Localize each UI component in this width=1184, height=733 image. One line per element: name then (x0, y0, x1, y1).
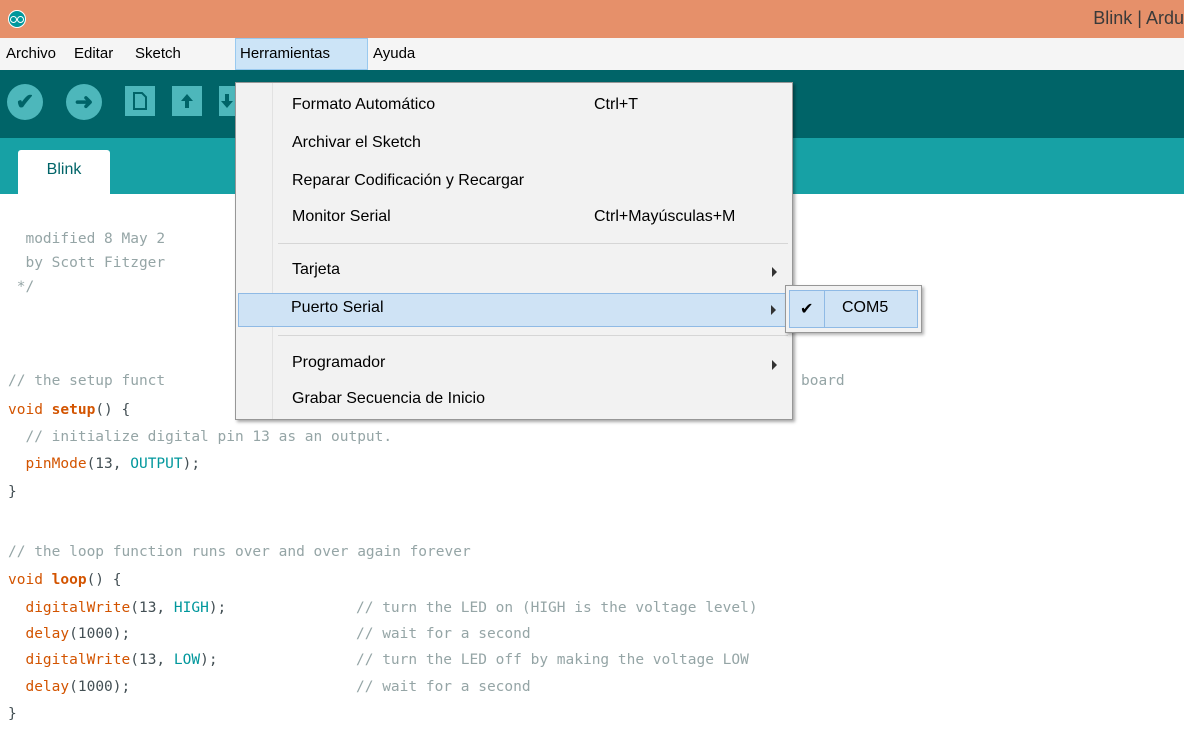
code-line: // initialize digital pin 13 as an outpu… (8, 429, 393, 445)
verify-button[interactable]: ✔ (7, 84, 43, 120)
code-line: board (801, 373, 845, 389)
menu-sketch[interactable]: Sketch (131, 38, 185, 70)
code-token: loop (51, 572, 87, 588)
menu-item-label: Puerto Serial (291, 299, 384, 316)
menu-item-puerto-serial[interactable]: Puerto Serial (238, 293, 790, 327)
code-token: (13, (130, 600, 174, 616)
code-token: OUTPUT (130, 456, 183, 472)
code-line: // the loop function runs over and over … (8, 544, 471, 560)
menu-item-label: Monitor Serial (292, 208, 391, 225)
menu-item-label: Tarjeta (292, 261, 341, 278)
code-token: (1000); (69, 679, 131, 695)
code-token: void (8, 572, 43, 588)
menu-item-monitor-serial[interactable]: Monitor Serial Ctrl+Mayúsculas+M (238, 203, 790, 235)
code-comment: // wait for a second (356, 679, 531, 695)
code-line: delay(1000); (8, 622, 130, 646)
submenu-arrow-icon (771, 305, 776, 315)
code-line: void setup() { (8, 398, 130, 422)
code-line: */ (8, 279, 35, 295)
check-icon: ✔ (800, 299, 814, 318)
check-icon: ✔ (15, 89, 35, 114)
menu-item-shortcut: Ctrl+Mayúsculas+M (594, 208, 736, 225)
arrow-right-icon: ➜ (74, 89, 94, 114)
code-line: pinMode(13, OUTPUT); (8, 452, 200, 476)
herramientas-dropdown: Formato Automático Ctrl+T Archivar el Sk… (235, 82, 793, 420)
puerto-serial-submenu: ✔ COM5 (785, 285, 922, 333)
menu-item-label: Programador (292, 354, 386, 371)
new-button[interactable] (125, 86, 155, 116)
tab-blink[interactable]: Blink (18, 150, 110, 194)
code-token: (13, (86, 456, 131, 472)
code-token: ); (182, 456, 201, 472)
code-line: // the setup funct (8, 373, 166, 389)
code-line: by Scott Fitzger (8, 255, 166, 271)
upload-button[interactable]: ➜ (66, 84, 102, 120)
code-line: } (8, 484, 17, 500)
code-token: delay (25, 626, 70, 642)
code-token: HIGH (173, 600, 209, 616)
code-comment: // wait for a second (356, 626, 531, 642)
code-comment: // turn the LED on (HIGH is the voltage … (356, 600, 758, 616)
code-token: LOW (173, 652, 201, 668)
menu-archivo[interactable]: Archivo (2, 38, 60, 70)
submenu-arrow-icon (772, 267, 777, 277)
code-token: ); (200, 652, 218, 668)
code-token: pinMode (25, 456, 87, 472)
code-token: () { (86, 572, 122, 588)
menu-item-grabar-secuencia[interactable]: Grabar Secuencia de Inicio (238, 385, 790, 417)
code-token: digitalWrite (25, 652, 131, 668)
save-button[interactable] (219, 86, 235, 116)
code-token: (13, (130, 652, 174, 668)
menu-gutter (824, 291, 825, 327)
code-comment: // turn the LED off by making the voltag… (356, 652, 749, 668)
code-line: digitalWrite(13, HIGH); (8, 596, 226, 620)
menu-editar[interactable]: Editar (70, 38, 117, 70)
open-button[interactable] (172, 86, 202, 116)
menu-separator (278, 335, 788, 336)
new-file-icon (133, 92, 147, 110)
menu-item-archivar-sketch[interactable]: Archivar el Sketch (238, 129, 790, 161)
code-token: digitalWrite (25, 600, 131, 616)
window-title: Blink | Ardu (1093, 8, 1184, 28)
submenu-arrow-icon (772, 360, 777, 370)
code-token: setup (51, 402, 96, 418)
code-line: delay(1000); (8, 675, 130, 699)
code-token: void (8, 402, 43, 418)
menu-item-label: Reparar Codificación y Recargar (292, 172, 525, 189)
menu-item-label: Archivar el Sketch (292, 134, 421, 151)
menu-item-label: Formato Automático (292, 96, 436, 113)
code-token: ); (208, 600, 227, 616)
port-label: COM5 (842, 299, 889, 316)
menu-separator (278, 243, 788, 244)
menu-herramientas[interactable]: Herramientas (235, 38, 368, 70)
menu-item-programador[interactable]: Programador (238, 349, 790, 381)
menu-item-reparar-codificacion[interactable]: Reparar Codificación y Recargar (238, 167, 790, 199)
code-token: () { (95, 402, 131, 418)
menu-bar: Archivo Editar Sketch Herramientas Ayuda (0, 38, 1184, 70)
save-icon (221, 94, 233, 108)
menu-item-label: Grabar Secuencia de Inicio (292, 390, 485, 407)
code-line: void loop() { (8, 568, 122, 592)
code-line: digitalWrite(13, LOW); (8, 648, 218, 672)
code-token: delay (25, 679, 70, 695)
port-item-com5[interactable]: ✔ COM5 (789, 290, 918, 328)
menu-item-tarjeta[interactable]: Tarjeta (238, 256, 790, 288)
menu-item-formato-automatico[interactable]: Formato Automático Ctrl+T (238, 91, 790, 123)
code-line: } (8, 706, 17, 722)
code-line: modified 8 May 2 (8, 231, 166, 247)
open-icon (181, 94, 193, 108)
arduino-logo-icon (8, 10, 26, 28)
menu-item-shortcut: Ctrl+T (594, 96, 638, 113)
menu-ayuda[interactable]: Ayuda (369, 38, 419, 70)
title-bar: Blink | Ardu (0, 0, 1184, 38)
code-token: (1000); (69, 626, 131, 642)
